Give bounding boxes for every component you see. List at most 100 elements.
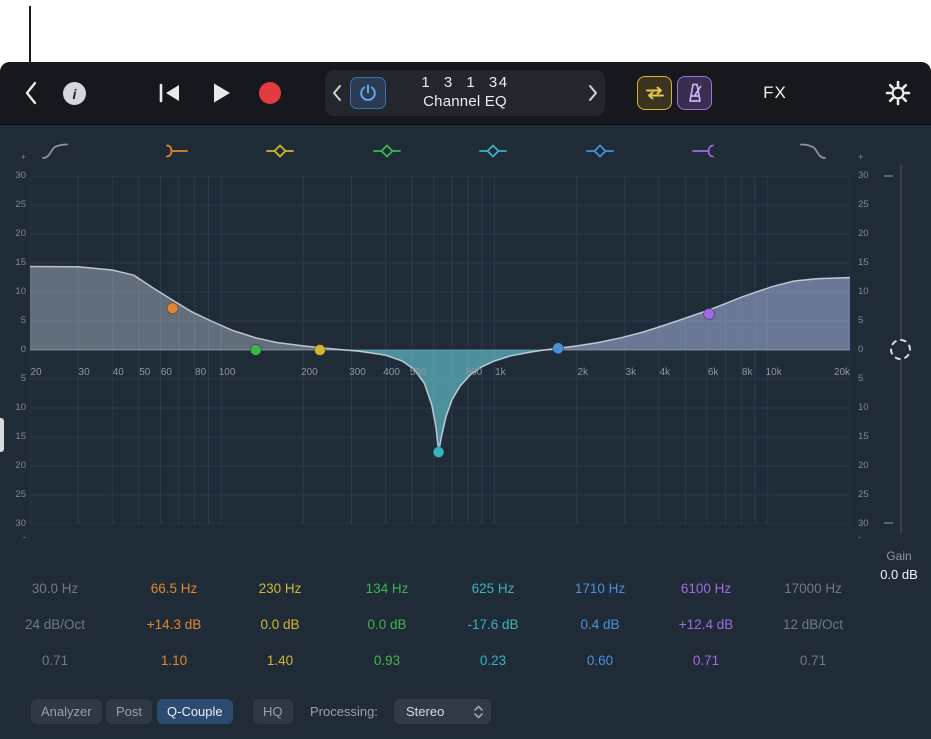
band-bell-2-freq-value[interactable]: 134 Hz (366, 580, 409, 598)
next-plugin-button[interactable] (587, 84, 599, 102)
eq-band-handle-bell-2[interactable] (250, 345, 261, 356)
db-tick-label: 25 (2, 199, 26, 211)
eq-band-icon-bell-4[interactable] (586, 143, 614, 159)
eq-band-handle-bell-3[interactable] (433, 447, 444, 458)
band-low-pass-freq-value[interactable]: 17000 Hz (784, 580, 842, 598)
q-couple-button[interactable]: Q-Couple (157, 699, 233, 724)
band-bell-4-freq-value[interactable]: 1710 Hz (575, 580, 625, 598)
db-tick-label: 10 (2, 402, 26, 414)
eq-band-icon-high-shelf[interactable] (692, 143, 720, 159)
freq-tick-label: 8k (742, 367, 754, 378)
db-tick-label: 30 (858, 170, 884, 182)
previous-plugin-button[interactable] (331, 84, 343, 102)
band-low-pass-q-value[interactable]: 0.71 (800, 652, 826, 670)
metronome-icon (682, 80, 708, 106)
db-tick-label: 5 (858, 315, 884, 327)
settings-button[interactable] (883, 78, 913, 108)
band-low-shelf-q-value[interactable]: 1.10 (161, 652, 187, 670)
db-tick-label: 25 (858, 489, 884, 501)
db-tick-label: 0 (858, 344, 884, 356)
db-tick-label: 30 (2, 518, 26, 530)
db-axis-minus: - (858, 532, 884, 544)
db-tick-label: 25 (858, 199, 884, 211)
chevron-left-icon (23, 80, 39, 106)
db-tick-label: 25 (2, 489, 26, 501)
db-axis-minus: - (2, 532, 26, 544)
band-bell-1-gain-value[interactable]: 0.0 dB (260, 616, 299, 634)
band-low-shelf-gain-value[interactable]: +14.3 dB (147, 616, 201, 634)
band-high-shelf-gain-value[interactable]: +12.4 dB (679, 616, 733, 634)
band-bell-1-q-value[interactable]: 1.40 (267, 652, 293, 670)
band-high-pass-freq-value[interactable]: 30.0 Hz (32, 580, 79, 598)
analyzer-button[interactable]: Analyzer (31, 699, 102, 724)
go-to-beginning-button[interactable] (156, 83, 184, 103)
eq-band-icon-low-pass[interactable] (799, 143, 827, 159)
back-button[interactable] (20, 80, 42, 106)
info-button[interactable]: i (63, 82, 86, 105)
band-high-shelf-q-value[interactable]: 0.71 (693, 652, 719, 670)
eq-band-handle-high-shelf[interactable] (704, 309, 715, 320)
cycle-icon (642, 80, 668, 106)
band-bell-4-q-value[interactable]: 0.60 (587, 652, 613, 670)
freq-tick-label: 1k (495, 367, 507, 378)
plugin-header: 1 3 1 34 Channel EQ (325, 70, 605, 116)
freq-tick-label: 20 (30, 367, 42, 378)
plugin-power-button[interactable] (350, 77, 386, 109)
db-tick-label: 15 (858, 431, 884, 443)
gear-icon (884, 79, 912, 107)
db-tick-label: 10 (858, 286, 884, 298)
processing-label: Processing: (310, 699, 378, 724)
freq-tick-label: 10k (766, 367, 783, 378)
eq-band-icon-bell-3[interactable] (479, 143, 507, 159)
band-bell-4-gain-value[interactable]: 0.4 dB (580, 616, 619, 634)
post-button[interactable]: Post (106, 699, 152, 724)
db-tick-label: 20 (858, 228, 884, 240)
freq-tick-label: 100 (219, 367, 236, 378)
play-icon (212, 82, 232, 104)
band-bell-3-freq-value[interactable]: 625 Hz (472, 580, 515, 598)
metronome-button[interactable] (677, 76, 712, 110)
processing-select[interactable]: Stereo (394, 699, 491, 724)
db-tick-label: 20 (2, 228, 26, 240)
fx-mode-button[interactable]: FX (755, 82, 795, 104)
toolbar: i 1 3 1 34 Channel EQ (0, 62, 931, 125)
eq-band-handle-low-shelf[interactable] (167, 303, 178, 314)
eq-band-icon-high-pass[interactable] (41, 143, 69, 159)
freq-tick-label: 80 (195, 367, 207, 378)
db-tick-label: 10 (858, 402, 884, 414)
freq-tick-label: 800 (466, 367, 483, 378)
cycle-button[interactable] (637, 76, 672, 110)
band-high-pass-gain-value[interactable]: 24 dB/Oct (25, 616, 85, 634)
band-low-shelf-freq-value[interactable]: 66.5 Hz (151, 580, 198, 598)
eq-band-handle-bell-4[interactable] (553, 343, 564, 354)
db-tick-label: 20 (858, 460, 884, 472)
freq-tick-label: 500 (410, 367, 427, 378)
gain-value[interactable]: 0.0 dB (867, 567, 931, 582)
gain-slider-min-tick (884, 522, 893, 524)
edge-drag-handle[interactable] (0, 418, 4, 452)
record-button[interactable] (259, 82, 281, 104)
band-bell-1-freq-value[interactable]: 230 Hz (259, 580, 302, 598)
band-high-pass-q-value[interactable]: 0.71 (42, 652, 68, 670)
band-bell-2-gain-value[interactable]: 0.0 dB (367, 616, 406, 634)
eq-band-icon-bell-1[interactable] (266, 143, 294, 159)
band-high-shelf-freq-value[interactable]: 6100 Hz (681, 580, 731, 598)
freq-tick-label: 30 (79, 367, 91, 378)
callout-line (29, 6, 31, 62)
band-bell-3-gain-value[interactable]: -17.6 dB (467, 616, 518, 634)
chevron-left-icon (332, 84, 342, 102)
hq-button[interactable]: HQ (253, 699, 293, 724)
eq-band-icon-low-shelf[interactable] (160, 143, 188, 159)
freq-tick-label: 50 (139, 367, 151, 378)
eq-graph[interactable]: 2030405060801002003004005008001k2k3k4k6k… (30, 176, 850, 524)
freq-tick-label: 2k (577, 367, 589, 378)
band-bell-2-q-value[interactable]: 0.93 (374, 652, 400, 670)
db-tick-label: 5 (858, 373, 884, 385)
band-bell-3-q-value[interactable]: 0.23 (480, 652, 506, 670)
eq-band-icon-bell-2[interactable] (373, 143, 401, 159)
band-low-pass-gain-value[interactable]: 12 dB/Oct (783, 616, 843, 634)
gain-slider-knob[interactable] (890, 339, 911, 360)
eq-band-handle-bell-1[interactable] (314, 345, 325, 356)
db-tick-label: 15 (2, 431, 26, 443)
play-button[interactable] (212, 82, 232, 104)
